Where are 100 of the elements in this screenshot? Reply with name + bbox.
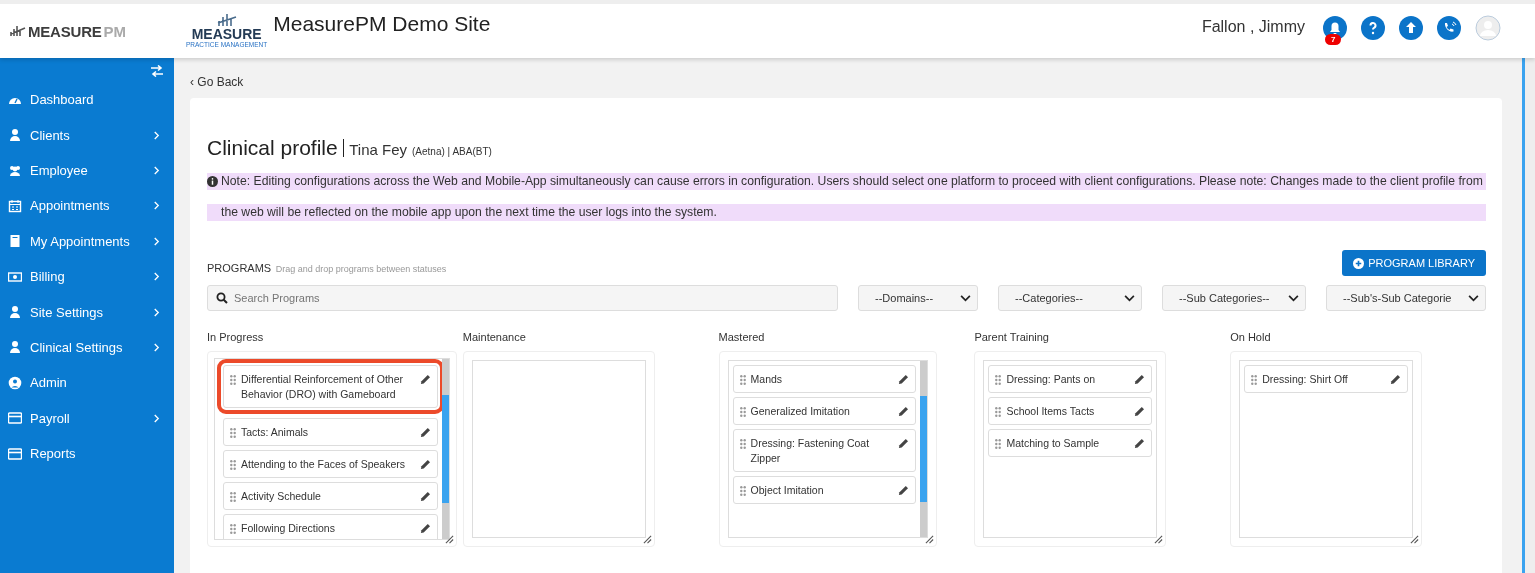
pencil-icon[interactable] xyxy=(1134,438,1146,449)
client-name: Tina Fey xyxy=(349,141,407,158)
program-name: Dressing: Fastening Coat Zipper xyxy=(750,436,871,466)
program-name: Differential Reinforcement of Other Behavior (DRO) with Gameboard xyxy=(241,372,405,402)
program-name: Activity Schedule xyxy=(241,489,322,504)
program-card[interactable]: Activity Schedule xyxy=(223,482,438,510)
resize-handle-icon[interactable] xyxy=(924,535,934,544)
resize-handle-icon[interactable] xyxy=(445,535,454,544)
nav-item[interactable]: Admin xyxy=(0,365,174,401)
program-name: Object Imitation xyxy=(750,483,825,498)
nav-item[interactable]: Site Settings xyxy=(0,294,174,330)
filter-dropdown[interactable]: --Sub's-Sub Categorie xyxy=(1326,285,1486,311)
program-card[interactable]: Generalized Imitation xyxy=(732,397,916,425)
pencil-icon[interactable] xyxy=(897,374,909,385)
site-title: MeasurePM Demo Site xyxy=(273,12,491,36)
pencil-icon[interactable] xyxy=(1134,374,1146,385)
program-name: Dressing: Pants on xyxy=(1006,372,1097,387)
bars-icon xyxy=(10,25,26,37)
bars-icon xyxy=(216,13,237,28)
nav-item[interactable]: My Appointments xyxy=(0,223,174,259)
program-card[interactable]: Tacts: Animals xyxy=(223,418,438,446)
page-scrollbar[interactable] xyxy=(1522,58,1535,573)
drop-area[interactable]: Mands Generalized Imitation Dressing: Fastening Coat Zipper Object Imitation xyxy=(727,360,928,538)
nav-item[interactable]: Payroll xyxy=(0,400,174,436)
page-title: Clinical profile xyxy=(207,136,338,160)
nav-item[interactable]: Billing xyxy=(0,258,174,295)
logo[interactable]: MEASUREPM xyxy=(0,22,174,40)
card-icon xyxy=(8,446,22,461)
drag-handle-icon[interactable] xyxy=(230,524,236,534)
help-icon[interactable] xyxy=(1361,16,1385,40)
nav-item[interactable]: Clients xyxy=(0,117,174,153)
drag-handle-icon[interactable] xyxy=(230,428,236,438)
client-payer: (Aetna) | ABA(BT) xyxy=(412,146,492,157)
program-card[interactable]: Matching to Sample xyxy=(988,429,1153,457)
chevron-down-icon xyxy=(960,294,971,302)
pencil-icon[interactable] xyxy=(420,374,431,385)
plus-circle-icon xyxy=(1353,257,1365,269)
chevron-down-icon xyxy=(1288,294,1299,302)
notification-badge: 7 xyxy=(1325,34,1342,45)
program-library-button[interactable]: PROGRAM LIBRARY xyxy=(1342,250,1486,276)
phone-icon[interactable] xyxy=(1437,16,1461,40)
drag-handle-icon[interactable] xyxy=(739,439,746,449)
user-name[interactable]: Fallon , Jimmy xyxy=(1201,18,1305,36)
nav-item[interactable]: Dashboard xyxy=(0,82,174,118)
drag-handle-icon[interactable] xyxy=(739,486,746,496)
section-hint: Drag and drop programs between statuses xyxy=(275,264,447,274)
drag-handle-icon[interactable] xyxy=(995,439,1002,449)
nav-item[interactable]: Reports xyxy=(0,435,174,472)
drag-handle-icon[interactable] xyxy=(230,460,236,470)
card-icon xyxy=(8,411,22,426)
resize-handle-icon[interactable] xyxy=(1154,535,1164,544)
program-card[interactable]: Mands xyxy=(732,365,916,393)
pencil-icon[interactable] xyxy=(420,427,431,438)
program-card[interactable]: Following Directions xyxy=(223,514,438,539)
calendar-icon xyxy=(8,198,22,213)
filter-dropdown[interactable]: --Categories-- xyxy=(998,285,1142,311)
nav-item[interactable]: Clinical Settings xyxy=(0,329,174,366)
back-link[interactable]: ‹ Go Back xyxy=(190,75,244,89)
pencil-icon[interactable] xyxy=(420,491,431,502)
chevron-down-icon xyxy=(1124,294,1135,302)
program-card[interactable]: Object Imitation xyxy=(732,476,916,504)
pencil-icon[interactable] xyxy=(420,459,431,470)
drag-handle-icon[interactable] xyxy=(995,407,1002,417)
user-circle-icon xyxy=(8,375,22,390)
scrollbar[interactable] xyxy=(442,359,449,539)
program-card[interactable]: Dressing: Fastening Coat Zipper xyxy=(732,429,916,472)
drop-area[interactable]: Differential Reinforcement of Other Behavior (DRO) with Gameboard Tacts: Animals Attending to the Faces of Speakers Activity Schedule Following Directions xyxy=(214,358,450,540)
info-icon xyxy=(207,176,218,187)
program-card[interactable]: Attending to the Faces of Speakers xyxy=(223,450,438,478)
swap-icon[interactable] xyxy=(150,65,164,77)
drag-handle-icon[interactable] xyxy=(739,375,746,385)
nav-item[interactable]: Appointments xyxy=(0,188,174,224)
program-card[interactable]: Dressing: Shirt Off xyxy=(1244,365,1409,393)
drag-handle-icon[interactable] xyxy=(995,375,1002,385)
drag-handle-icon[interactable] xyxy=(230,492,236,502)
pencil-icon[interactable] xyxy=(1390,374,1402,385)
drop-area[interactable]: Dressing: Pants on School Items Tacts Matching to Sample xyxy=(983,360,1158,538)
resize-handle-icon[interactable] xyxy=(1410,535,1420,544)
filter-dropdown[interactable]: --Domains-- xyxy=(858,285,978,311)
drop-area[interactable]: Dressing: Shirt Off xyxy=(1239,360,1414,538)
search-field[interactable]: Search Programs xyxy=(207,285,838,311)
pencil-icon[interactable] xyxy=(897,406,909,417)
pencil-icon[interactable] xyxy=(420,523,431,534)
logo-text: MEASURE xyxy=(28,22,102,40)
user-icon xyxy=(8,128,22,143)
program-card[interactable]: School Items Tacts xyxy=(988,397,1153,425)
nav-item[interactable]: Employee xyxy=(0,152,174,189)
upload-icon[interactable] xyxy=(1399,16,1423,40)
program-card[interactable]: Dressing: Pants on xyxy=(988,365,1153,393)
program-name: Attending to the Faces of Speakers xyxy=(241,457,407,472)
drag-handle-icon[interactable] xyxy=(1251,375,1258,385)
pencil-icon[interactable] xyxy=(1134,406,1146,417)
pencil-icon[interactable] xyxy=(897,438,909,449)
resize-handle-icon[interactable] xyxy=(642,535,652,544)
filter-dropdown[interactable]: --Sub Categories-- xyxy=(1162,285,1306,311)
drag-handle-icon[interactable] xyxy=(739,407,746,417)
drag-handle-icon[interactable] xyxy=(230,375,236,385)
pencil-icon[interactable] xyxy=(897,485,909,496)
column-title: On Hold xyxy=(1230,331,1272,343)
scrollbar[interactable] xyxy=(919,361,927,537)
